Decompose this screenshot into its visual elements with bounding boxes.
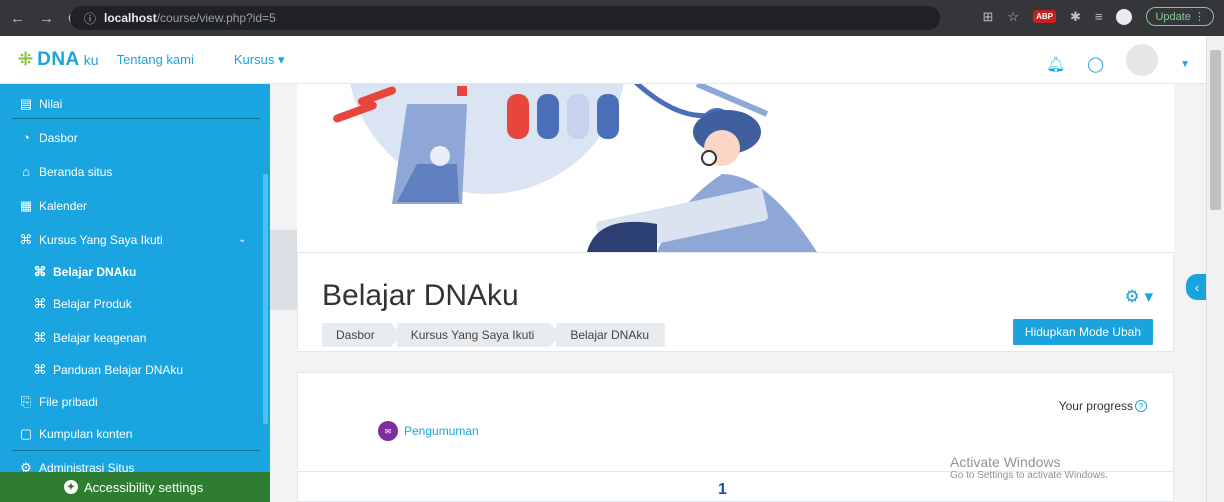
- nav-link-about[interactable]: Tentang kami: [117, 52, 194, 67]
- sidebar-item-label: Belajar Produk: [53, 297, 132, 311]
- info-icon[interactable]: ⓘ: [84, 10, 96, 27]
- course-hero-illustration: [297, 84, 1174, 252]
- navbar-right: 🔔︎ ◯ ▼: [1046, 44, 1190, 80]
- accessibility-settings-bar[interactable]: ✦ Accessibility settings: [0, 472, 270, 502]
- update-label: Update: [1155, 11, 1191, 23]
- section-number: 1: [718, 481, 727, 498]
- breadcrumb-item-my-courses[interactable]: Kursus Yang Saya Ikuti: [396, 323, 560, 347]
- sidebar-item-label: Beranda situs: [39, 164, 113, 179]
- logo-mark-icon: ⁜: [18, 49, 34, 69]
- file-icon: ⎘: [20, 394, 32, 409]
- notification-bell-icon[interactable]: 🔔︎: [1046, 55, 1065, 73]
- sidebar-item-label: Kalender: [39, 199, 88, 213]
- sidebar-item-kumpulan-konten[interactable]: ▢ Kumpulan konten: [18, 426, 133, 442]
- dashboard-icon: ◔: [22, 130, 30, 145]
- watermark-line2: Go to Settings to activate Windows.: [950, 470, 1108, 481]
- bookmark-star-icon[interactable]: ☆: [1007, 9, 1019, 25]
- update-button[interactable]: Update ⋮: [1146, 7, 1214, 26]
- sidebar-item-label: Dasbor: [39, 130, 78, 145]
- announcement-label: Pengumuman: [404, 424, 479, 438]
- help-icon[interactable]: ?: [1135, 400, 1147, 412]
- sidebar-item-label: Kursus Yang Saya Ikuti: [39, 233, 163, 247]
- sidebar-item-panduan[interactable]: ⌘ Panduan Belajar DNAku: [32, 362, 184, 378]
- reading-mode-icon[interactable]: ⊞: [983, 9, 994, 25]
- forward-arrow-icon[interactable]: →: [39, 10, 54, 27]
- sidebar-item-belajar-produk[interactable]: ⌘ Belajar Produk: [32, 296, 132, 312]
- course-header-card: Belajar DNAku ⚙ ▾ Dasbor Kursus Yang Say…: [297, 252, 1174, 352]
- page-title: Belajar DNAku: [322, 279, 519, 312]
- turn-editing-on-button[interactable]: Hidupkan Mode Ubah: [1012, 319, 1153, 345]
- page-scrollbar[interactable]: [1206, 36, 1224, 502]
- graduation-cap-icon: ⌘: [33, 330, 47, 345]
- extensions-icon[interactable]: ✱: [1070, 9, 1081, 25]
- sidebar-scrollbar[interactable]: [263, 174, 268, 424]
- graduation-cap-icon: ⌘: [33, 264, 47, 279]
- chevron-down-icon[interactable]: ⌄: [238, 234, 246, 245]
- grades-icon: ▤: [19, 96, 33, 111]
- browser-nav: ← → C: [0, 10, 79, 27]
- adblock-icon[interactable]: ABP: [1033, 10, 1056, 23]
- course-settings-gear-icon[interactable]: ⚙ ▾: [1125, 287, 1154, 307]
- breadcrumb-item-current[interactable]: Belajar DNAku: [556, 323, 666, 347]
- main-content: Belajar DNAku ⚙ ▾ Dasbor Kursus Yang Say…: [270, 84, 1206, 502]
- sidebar-item-label: File pribadi: [39, 395, 98, 409]
- scrollbar-thumb[interactable]: [1210, 50, 1221, 210]
- extension-area: ⊞ ☆ ABP ✱ ≡ Update ⋮: [983, 7, 1214, 26]
- brand-logo[interactable]: ⁜ DNA ku: [18, 49, 99, 71]
- breadcrumb-item-dasbor[interactable]: Dasbor: [322, 323, 401, 347]
- nav-link-courses[interactable]: Kursus ▾: [234, 52, 285, 68]
- watermark-line1: Activate Windows: [950, 454, 1061, 470]
- url-path: /course/view.php?id=5: [156, 11, 276, 25]
- sidebar-divider: [12, 118, 260, 119]
- graduation-cap-icon: ⌘: [33, 362, 47, 377]
- forum-icon: ✉: [378, 421, 398, 441]
- reading-list-icon[interactable]: ≡: [1095, 9, 1103, 24]
- user-menu-caret-icon[interactable]: ▼: [1180, 59, 1190, 70]
- sidebar-item-label: Nilai: [39, 97, 63, 111]
- announcement-link[interactable]: ✉ Pengumuman: [378, 421, 479, 441]
- background-panel: [270, 230, 297, 310]
- home-icon: ⌂: [22, 164, 30, 179]
- sidebar-divider: [12, 450, 260, 451]
- drawer-toggle-chevron-left-icon[interactable]: ‹: [1186, 274, 1206, 300]
- lab-illustration: [333, 84, 817, 252]
- sidebar-item-label: Belajar DNAku: [53, 265, 137, 279]
- sidebar-item-belajar-keagenan[interactable]: ⌘ Belajar keagenan: [32, 330, 147, 346]
- calendar-icon: ▦: [19, 198, 33, 213]
- user-avatar[interactable]: [1126, 44, 1159, 76]
- sidebar-nav: ▤ Nilai ◔ Dasbor ⌂ Beranda situs ▦ Kalender …: [0, 84, 270, 502]
- back-arrow-icon[interactable]: ←: [10, 10, 25, 27]
- address-bar[interactable]: ⓘ localhost /course/view.php?id=5: [70, 6, 940, 30]
- brand-dna: DNA: [37, 48, 80, 70]
- brand-ku: ku: [83, 51, 99, 68]
- content-bank-icon: ▢: [19, 426, 33, 441]
- site-navbar: ⁜ DNA ku Tentang kami Kursus ▾ 🔔︎ ◯ ▼: [0, 36, 1206, 84]
- messages-icon[interactable]: ◯: [1087, 55, 1104, 73]
- sidebar-item-belajar-dnaku[interactable]: ⌘ Belajar DNAku: [32, 264, 137, 280]
- progress-indicator: Your progress ?: [1059, 399, 1147, 413]
- progress-label: Your progress: [1058, 399, 1133, 413]
- sidebar-item-nilai[interactable]: ▤ Nilai: [18, 96, 63, 112]
- browser-toolbar: ← → C ⓘ localhost /course/view.php?id=5 …: [0, 0, 1224, 36]
- sidebar-item-dasbor[interactable]: ◔ Dasbor: [18, 130, 78, 145]
- graduation-cap-icon: ⌘: [33, 296, 47, 311]
- sidebar-item-kalender[interactable]: ▦ Kalender: [18, 198, 87, 214]
- sidebar-item-label: Belajar keagenan: [53, 331, 147, 345]
- sidebar-item-label: Panduan Belajar DNAku: [53, 363, 184, 377]
- course-content-card: Your progress ? ✉ Pengumuman 1: [297, 372, 1175, 502]
- accessibility-icon: ✦: [64, 480, 78, 494]
- url-host: localhost: [104, 11, 157, 25]
- sidebar-item-file-pribadi[interactable]: ⎘ File pribadi: [18, 394, 98, 410]
- sidebar-item-my-courses[interactable]: ⌘ Kursus Yang Saya Ikuti: [18, 232, 163, 248]
- graduation-cap-icon: ⌘: [19, 232, 33, 247]
- sidebar-item-beranda[interactable]: ⌂ Beranda situs: [18, 164, 112, 179]
- profile-icon[interactable]: [1116, 8, 1133, 25]
- accessibility-label: Accessibility settings: [84, 479, 204, 495]
- breadcrumb: Dasbor Kursus Yang Saya Ikuti Belajar DN…: [322, 323, 671, 347]
- windows-activation-watermark: Activate Windows Go to Settings to activ…: [950, 454, 1108, 481]
- sidebar-item-label: Kumpulan konten: [39, 427, 133, 441]
